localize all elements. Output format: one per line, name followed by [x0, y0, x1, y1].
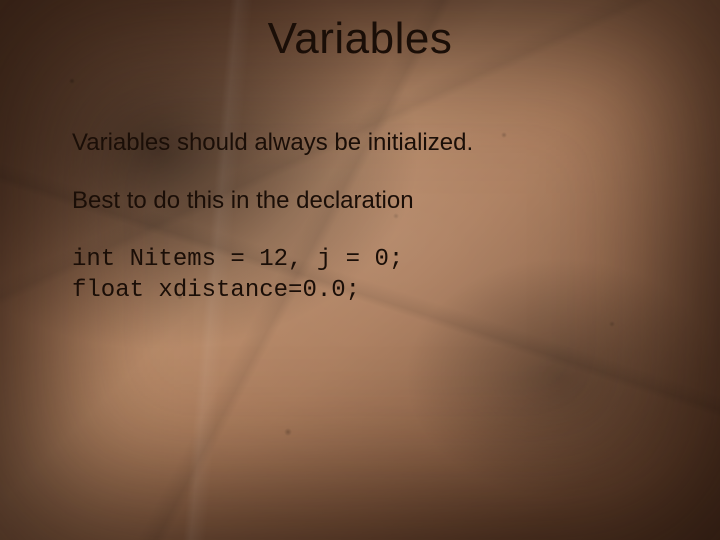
- body-line-1: Variables should always be initialized.: [72, 128, 660, 158]
- body-line-2: Best to do this in the declaration: [72, 186, 660, 216]
- slide: Variables Variables should always be ini…: [0, 0, 720, 540]
- slide-body: Variables should always be initialized. …: [72, 128, 660, 306]
- slide-title: Variables: [0, 14, 720, 64]
- code-line-2: float xdistance=0.0;: [72, 275, 660, 306]
- code-line-1: int Nitems = 12, j = 0;: [72, 244, 660, 275]
